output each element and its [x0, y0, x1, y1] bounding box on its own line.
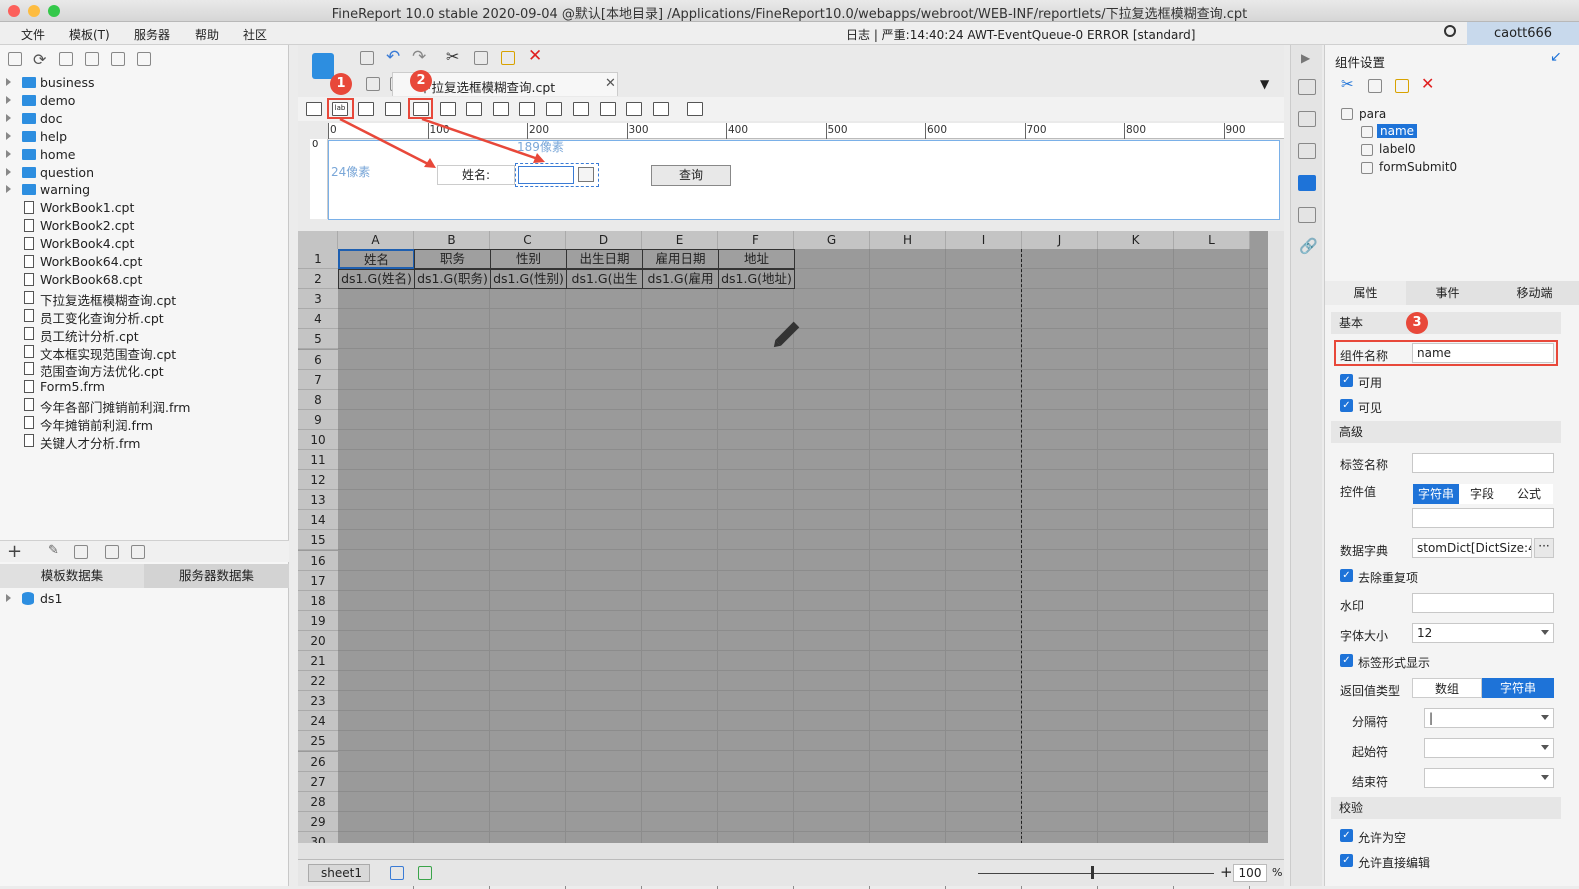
- annotation-arrows: [339, 117, 800, 348]
- arrow-to-label: [339, 117, 433, 168]
- pencil-cursor-icon: [773, 321, 800, 348]
- arrow-to-combo: [421, 117, 542, 162]
